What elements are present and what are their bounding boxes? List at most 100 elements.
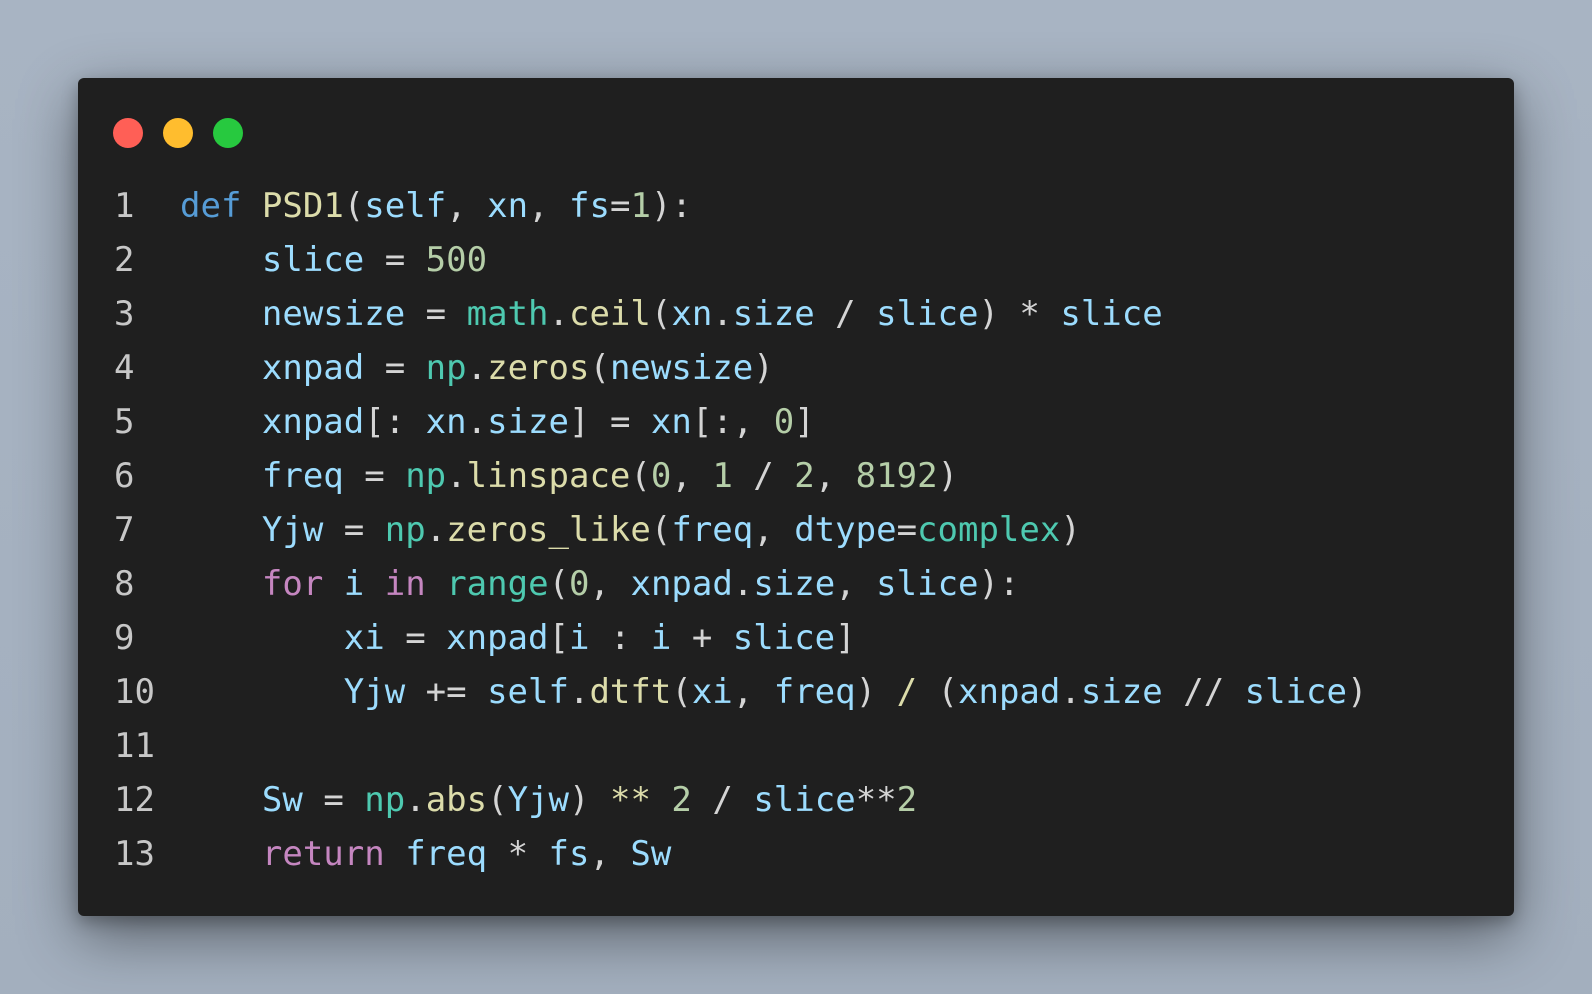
code-token: math bbox=[466, 294, 549, 334]
code-token: Yjw bbox=[343, 672, 406, 712]
code-token: freq bbox=[405, 834, 488, 874]
code-token: xnpad bbox=[261, 348, 365, 388]
code-token: 2 bbox=[896, 780, 918, 820]
code-token: / bbox=[896, 672, 918, 712]
maximize-window-icon[interactable] bbox=[213, 118, 243, 148]
code-token: PSD1 bbox=[261, 186, 344, 226]
code-token: xn bbox=[671, 294, 713, 334]
code-line: 8 for i in range(0, xnpad.size, slice): bbox=[114, 557, 1494, 611]
code-token: i bbox=[343, 564, 365, 604]
code-token: slice bbox=[261, 240, 365, 280]
code-token: . bbox=[1060, 672, 1081, 712]
code-token: = bbox=[364, 348, 426, 388]
code-token: self bbox=[364, 186, 447, 226]
code-token: newsize bbox=[261, 294, 406, 334]
code-token: np bbox=[384, 510, 426, 550]
code-token: , bbox=[589, 564, 631, 604]
code-token: for bbox=[261, 564, 324, 604]
code-token: ) bbox=[1347, 672, 1368, 712]
code-token: , bbox=[732, 672, 774, 712]
code-token: ( bbox=[650, 510, 672, 550]
code-token: ** bbox=[609, 780, 651, 820]
code-token: zeros bbox=[487, 348, 590, 388]
code-token: [: bbox=[364, 402, 426, 442]
code-token: 2 bbox=[671, 780, 692, 820]
code-token: ) bbox=[937, 456, 959, 496]
code-token: xnpad bbox=[261, 402, 365, 442]
code-token: Sw bbox=[630, 834, 672, 874]
code-token: = bbox=[323, 510, 385, 550]
code-token: return bbox=[261, 834, 385, 874]
code-token: slice bbox=[876, 564, 979, 604]
code-token: ] = bbox=[569, 402, 651, 442]
code-token: 0 bbox=[650, 456, 672, 496]
code-token: xnpad bbox=[446, 618, 549, 658]
code-token: 0 bbox=[773, 402, 795, 442]
line-number: 6 bbox=[114, 456, 135, 496]
code-line: 9 xi = xnpad[i : i + slice] bbox=[114, 611, 1494, 665]
code-token: slice bbox=[1060, 294, 1163, 334]
code-token: abs bbox=[425, 780, 488, 820]
code-token: freq bbox=[261, 456, 344, 496]
code-token: range bbox=[446, 564, 549, 604]
code-token: ( bbox=[548, 564, 570, 604]
code-token: size bbox=[732, 294, 815, 334]
line-number: 3 bbox=[114, 294, 135, 334]
code-token: 8192 bbox=[855, 456, 938, 496]
code-token: += bbox=[405, 672, 488, 712]
code-window: 1 def PSD1(self, xn, fs=1): 2 slice = 5 0 0 3… bbox=[78, 78, 1514, 916]
code-line: 1 def PSD1(self, xn, fs=1): bbox=[114, 179, 1494, 233]
code-token: 2 bbox=[794, 456, 815, 496]
code-line: 6 freq = np.linspace(0, 1 / 2, 8192) bbox=[114, 449, 1494, 503]
code-line: 13 return freq * fs, Sw bbox=[114, 827, 1494, 881]
line-number: 8 bbox=[114, 564, 135, 604]
code-token: 0 bbox=[569, 564, 590, 604]
code-token: ): bbox=[650, 186, 692, 226]
code-token: [ bbox=[548, 618, 569, 658]
code-token: = bbox=[343, 456, 406, 496]
code-line: 7 Yjw = np.zeros_like(freq, dtype=comple… bbox=[114, 503, 1494, 557]
code-token: xn bbox=[425, 402, 467, 442]
code-token: ( bbox=[650, 294, 672, 334]
code-token: np bbox=[425, 348, 467, 388]
code-token: size bbox=[487, 402, 569, 442]
code-token: ( bbox=[487, 780, 508, 820]
line-number: 7 bbox=[114, 510, 135, 550]
line-number: 5 bbox=[114, 402, 135, 442]
code-token: fs bbox=[548, 834, 590, 874]
code-token: ceil bbox=[568, 294, 651, 334]
code-token: ) bbox=[1060, 510, 1081, 550]
code-token: , bbox=[671, 456, 713, 496]
code-token: : bbox=[589, 618, 651, 658]
line-number: 4 bbox=[114, 348, 135, 388]
code-token: = bbox=[405, 294, 467, 334]
code-line: 11 bbox=[114, 719, 1494, 773]
minimize-window-icon[interactable] bbox=[163, 118, 193, 148]
code-token: . bbox=[732, 564, 754, 604]
code-token: size bbox=[1080, 672, 1163, 712]
code-token: / bbox=[691, 780, 754, 820]
code-token: , bbox=[446, 186, 488, 226]
close-window-icon[interactable] bbox=[113, 118, 143, 148]
code-token: xi bbox=[343, 618, 385, 658]
code-token: complex bbox=[917, 510, 1061, 550]
code-token: * bbox=[487, 834, 549, 874]
code-token: xnpad bbox=[630, 564, 733, 604]
code-token: . bbox=[568, 672, 590, 712]
code-token: fs bbox=[569, 186, 610, 226]
code-token: , bbox=[814, 456, 856, 496]
code-token: np bbox=[405, 456, 447, 496]
code-token: ( bbox=[589, 348, 610, 388]
code-line: 10 Yjw += self.dtft(xi, freq) / (xnpad.s… bbox=[114, 665, 1494, 719]
code-token: zeros_like bbox=[446, 510, 651, 550]
